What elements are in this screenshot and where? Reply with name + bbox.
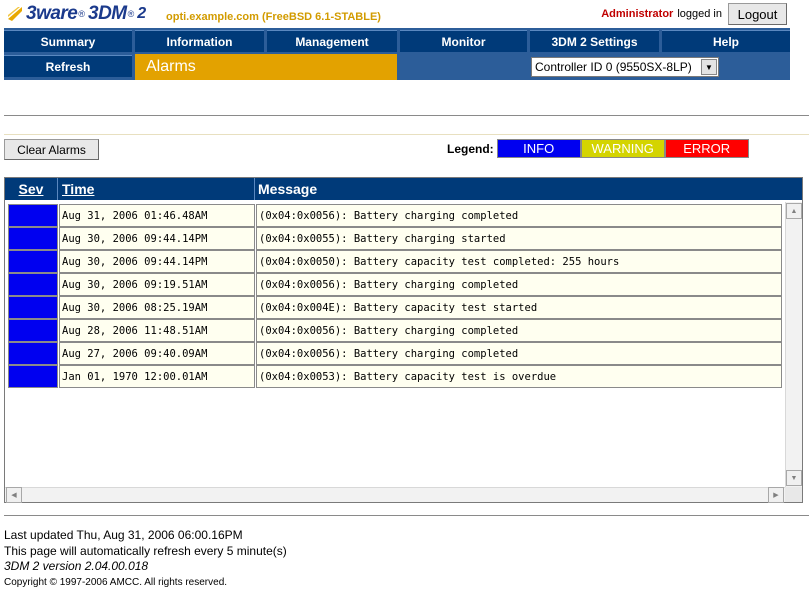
severity-indicator xyxy=(8,365,58,388)
alarm-time: Aug 30, 2006 08:25.19AM xyxy=(59,296,255,319)
divider-top xyxy=(4,115,809,116)
table-row: Jan 01, 1970 12:00.01AM (0x04:0x0053): Ba… xyxy=(8,365,783,388)
nav-management[interactable]: Management xyxy=(267,30,397,52)
nav-bar: Summary Information Management Monitor 3… xyxy=(4,28,790,80)
alarm-message: (0x04:0x004E): Battery capacity test sta… xyxy=(256,296,782,319)
nav-3dm2-settings[interactable]: 3DM 2 Settings xyxy=(530,30,659,52)
severity-indicator xyxy=(8,342,58,365)
nav-information[interactable]: Information xyxy=(135,30,264,52)
severity-indicator xyxy=(8,227,58,250)
controller-select-value: Controller ID 0 (9550SX-8LP) xyxy=(535,60,692,74)
table-row: Aug 30, 2006 09:44.14PM (0x04:0x0055): Ba… xyxy=(8,227,783,250)
refresh-note: This page will automatically refresh eve… xyxy=(4,543,287,558)
legend-label: Legend: xyxy=(447,141,494,156)
alarm-message: (0x04:0x0053): Battery capacity test is … xyxy=(256,365,782,388)
message-column-header: Message xyxy=(258,181,318,197)
vertical-scrollbar[interactable]: ▲ ▼ xyxy=(785,202,802,487)
severity-indicator xyxy=(8,273,58,296)
divider-bottom xyxy=(4,515,809,516)
alarm-time: Aug 27, 2006 09:40.09AM xyxy=(59,342,255,365)
alarm-time: Aug 31, 2006 01:46.48AM xyxy=(59,204,255,227)
alarm-message: (0x04:0x0050): Battery capacity test com… xyxy=(256,250,782,273)
table-row: Aug 30, 2006 08:25.19AM (0x04:0x004E): Ba… xyxy=(8,296,783,319)
host-info: opti.example.com (FreeBSD 6.1-STABLE) xyxy=(166,11,381,23)
logo-brand: 3ware xyxy=(26,3,78,24)
alarm-message: (0x04:0x0056): Battery charging complete… xyxy=(256,204,782,227)
alarm-message: (0x04:0x0056): Battery charging complete… xyxy=(256,273,782,296)
chevron-down-icon[interactable]: ▼ xyxy=(701,59,717,75)
logged-in-text: logged in xyxy=(677,8,722,20)
table-row: Aug 31, 2006 01:46.48AM (0x04:0x0056): Ba… xyxy=(8,204,783,227)
legend-warning: WARNING xyxy=(580,139,665,158)
clear-alarms-button[interactable]: Clear Alarms xyxy=(4,139,99,160)
horizontal-scrollbar[interactable]: ◀ ▶ xyxy=(5,487,785,503)
alarm-message: (0x04:0x0056): Battery charging complete… xyxy=(256,319,782,342)
severity-indicator xyxy=(8,204,58,227)
scroll-up-icon[interactable]: ▲ xyxy=(786,203,802,219)
controller-select[interactable]: Controller ID 0 (9550SX-8LP) ▼ xyxy=(531,57,719,77)
alarm-time: Aug 28, 2006 11:48.51AM xyxy=(59,319,255,342)
severity-indicator xyxy=(8,319,58,342)
user-area: Administrator logged in Logout xyxy=(601,3,787,25)
alarm-time: Jan 01, 1970 12:00.01AM xyxy=(59,365,255,388)
table-row: Aug 30, 2006 09:44.14PM (0x04:0x0050): Ba… xyxy=(8,250,783,273)
table-row: Aug 28, 2006 11:48.51AM (0x04:0x0056): Ba… xyxy=(8,319,783,342)
severity-indicator xyxy=(8,250,58,273)
alarm-message: (0x04:0x0055): Battery charging started xyxy=(256,227,782,250)
legend-info: INFO xyxy=(496,139,581,158)
severity-indicator xyxy=(8,296,58,319)
scrollbar-corner xyxy=(785,487,802,502)
scroll-right-icon[interactable]: ▶ xyxy=(768,487,784,503)
table-row: Aug 30, 2006 09:19.51AM (0x04:0x0056): Ba… xyxy=(8,273,783,296)
nav-monitor[interactable]: Monitor xyxy=(400,30,527,52)
footer: Last updated Thu, Aug 31, 2006 06:00.16P… xyxy=(4,528,287,590)
legend: Legend: INFO WARNING ERROR xyxy=(447,139,749,158)
logo-version: 2 xyxy=(137,5,146,22)
username: Administrator xyxy=(601,8,674,20)
alarms-table: Sev Time Message Aug 31, 2006 01:46.48AM… xyxy=(4,177,803,503)
scroll-left-icon[interactable]: ◀ xyxy=(6,487,22,503)
nav-summary[interactable]: Summary xyxy=(4,30,132,52)
alarm-message: (0x04:0x0056): Battery charging complete… xyxy=(256,342,782,365)
logo-product: 3DM xyxy=(88,3,127,24)
header: 3ware ® 3DM ® 2 opti.example.com (FreeBS… xyxy=(0,0,809,30)
copyright: Copyright © 1997-2006 AMCC. All rights r… xyxy=(4,576,228,588)
table-header: Sev Time Message xyxy=(5,178,802,200)
legend-error: ERROR xyxy=(664,139,749,158)
alarm-time: Aug 30, 2006 09:44.14PM xyxy=(59,227,255,250)
last-updated: Last updated Thu, Aug 31, 2006 06:00.16P… xyxy=(4,528,243,542)
sev-column-header[interactable]: Sev xyxy=(5,178,58,200)
refresh-button[interactable]: Refresh xyxy=(4,55,132,77)
nav-help[interactable]: Help xyxy=(662,30,790,52)
divider-top-light xyxy=(4,134,809,135)
table-body: Aug 31, 2006 01:46.48AM (0x04:0x0056): Ba… xyxy=(8,204,783,388)
logo-registered-mark: ® xyxy=(78,9,86,19)
table-row: Aug 27, 2006 09:40.09AM (0x04:0x0056): Ba… xyxy=(8,342,783,365)
logo-product-mark: ® xyxy=(127,9,135,19)
3ware-logo-icon xyxy=(8,7,22,21)
version-info: 3DM 2 version 2.04.00.018 xyxy=(4,559,149,573)
scroll-down-icon[interactable]: ▼ xyxy=(786,470,802,486)
alarm-time: Aug 30, 2006 09:44.14PM xyxy=(59,250,255,273)
logo: 3ware ® 3DM ® 2 xyxy=(6,2,146,26)
alarm-time: Aug 30, 2006 09:19.51AM xyxy=(59,273,255,296)
logout-button[interactable]: Logout xyxy=(728,3,787,25)
current-page-title: Alarms xyxy=(135,54,397,80)
time-column-header[interactable]: Time xyxy=(58,178,255,200)
